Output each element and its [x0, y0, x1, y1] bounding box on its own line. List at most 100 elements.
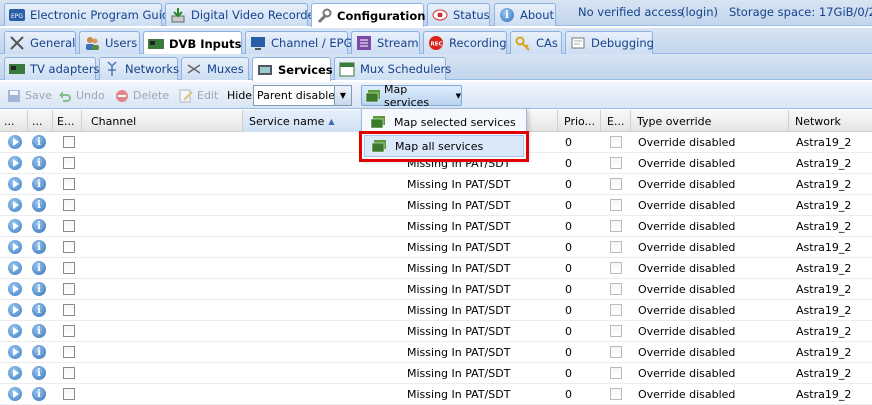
- column-header-info[interactable]: ...: [28, 110, 53, 132]
- tab-debugging[interactable]: Debugging: [565, 31, 654, 54]
- encrypted-checkbox[interactable]: [610, 279, 624, 299]
- column-header-play[interactable]: ...: [0, 110, 28, 132]
- table-row[interactable]: i Missing In PAT/SDT 0 Override disabled Ast…: [0, 174, 872, 195]
- encrypted-checkbox[interactable]: [610, 342, 624, 362]
- enabled-checkbox[interactable]: [63, 195, 77, 215]
- tab-epg[interactable]: EPG Electronic Program Guide: [4, 3, 176, 26]
- table-row[interactable]: i Missing In PAT/SDT 0 Override disabled Ast…: [0, 342, 872, 363]
- column-header-enabled[interactable]: E...: [53, 110, 82, 132]
- tab-configuration[interactable]: Configuration: [311, 3, 425, 27]
- table-row[interactable]: i Missing In PAT/SDT 0 Override disabled Ast…: [0, 384, 872, 405]
- info-icon[interactable]: i: [32, 132, 48, 152]
- menu-item-map-all[interactable]: Map all services: [364, 135, 524, 157]
- column-header-channel[interactable]: Channel: [82, 110, 243, 132]
- tab-status[interactable]: Status: [427, 3, 490, 26]
- column-header-encrypted[interactable]: E...: [601, 110, 631, 132]
- encrypted-checkbox[interactable]: [610, 258, 624, 278]
- tab-general[interactable]: General: [4, 31, 76, 54]
- enabled-checkbox[interactable]: [63, 258, 77, 278]
- column-header-priority[interactable]: Prio...: [558, 110, 601, 132]
- enabled-checkbox[interactable]: [63, 300, 77, 320]
- play-icon[interactable]: [8, 174, 24, 194]
- tab-recording[interactable]: REC Recording: [423, 31, 507, 54]
- info-icon[interactable]: i: [32, 195, 48, 215]
- enabled-checkbox[interactable]: [63, 153, 77, 173]
- info-icon[interactable]: i: [32, 384, 48, 404]
- table-row[interactable]: i Missing In PAT/SDT 0 Override disabled Ast…: [0, 237, 872, 258]
- info-icon[interactable]: i: [32, 321, 48, 341]
- table-row[interactable]: i Missing In PAT/SDT 0 Override disabled Ast…: [0, 258, 872, 279]
- tab-networks[interactable]: Networks: [99, 57, 179, 80]
- play-icon[interactable]: [8, 237, 24, 257]
- encrypted-checkbox[interactable]: [610, 300, 624, 320]
- tab-dvr[interactable]: Digital Video Recorder: [165, 3, 319, 26]
- column-header-network[interactable]: Network: [789, 110, 872, 132]
- table-row[interactable]: i Missing In PAT/SDT 0 Override disabled Ast…: [0, 321, 872, 342]
- info-icon[interactable]: i: [32, 300, 48, 320]
- encrypted-checkbox[interactable]: [610, 321, 624, 341]
- tab-users[interactable]: Users: [79, 31, 140, 54]
- enabled-checkbox[interactable]: [63, 279, 77, 299]
- enabled-checkbox[interactable]: [63, 342, 77, 362]
- save-button[interactable]: Save: [6, 86, 52, 105]
- play-icon[interactable]: [8, 342, 24, 362]
- play-icon[interactable]: [8, 279, 24, 299]
- enabled-checkbox[interactable]: [63, 363, 77, 383]
- info-icon[interactable]: i: [32, 216, 48, 236]
- table-row[interactable]: i Missing In PAT/SDT 0 Override disabled Ast…: [0, 195, 872, 216]
- menu-item-map-selected[interactable]: Map selected services: [364, 111, 524, 133]
- encrypted-checkbox[interactable]: [610, 195, 624, 215]
- play-icon[interactable]: [8, 195, 24, 215]
- info-icon[interactable]: i: [32, 363, 48, 383]
- map-services-button[interactable]: Map services ▼: [361, 83, 462, 109]
- tab-tv-adapters[interactable]: TV adapters: [4, 57, 100, 80]
- tab-about[interactable]: i About: [494, 3, 556, 26]
- play-icon[interactable]: [8, 300, 24, 320]
- undo-button[interactable]: Undo: [57, 86, 105, 105]
- play-icon[interactable]: [8, 153, 24, 173]
- login-link[interactable]: (login): [681, 5, 718, 19]
- play-icon[interactable]: [8, 216, 24, 236]
- play-icon[interactable]: [8, 321, 24, 341]
- play-icon[interactable]: [8, 363, 24, 383]
- encrypted-checkbox[interactable]: [610, 153, 624, 173]
- chevron-down-icon[interactable]: ▼: [334, 86, 351, 105]
- table-row[interactable]: i Missing In PAT/SDT 0 Override disabled Ast…: [0, 300, 872, 321]
- play-icon[interactable]: [8, 384, 24, 404]
- edit-button[interactable]: Edit: [178, 86, 218, 105]
- encrypted-checkbox[interactable]: [610, 132, 624, 152]
- tab-stream[interactable]: Stream: [351, 31, 420, 54]
- info-icon[interactable]: i: [32, 174, 48, 194]
- encrypted-checkbox[interactable]: [610, 174, 624, 194]
- enabled-checkbox[interactable]: [63, 384, 77, 404]
- encrypted-checkbox[interactable]: [610, 216, 624, 236]
- tab-cas[interactable]: CAs: [510, 31, 562, 54]
- tab-muxes[interactable]: Muxes: [181, 57, 249, 80]
- tab-channel-epg[interactable]: Channel / EPG: [245, 31, 353, 54]
- enabled-checkbox[interactable]: [63, 216, 77, 236]
- encrypted-checkbox[interactable]: [610, 237, 624, 257]
- play-icon[interactable]: [8, 132, 24, 152]
- delete-button[interactable]: Delete: [114, 86, 169, 105]
- enabled-checkbox[interactable]: [63, 237, 77, 257]
- enabled-checkbox[interactable]: [63, 132, 77, 152]
- tab-dvb-inputs[interactable]: DVB Inputs: [143, 31, 242, 55]
- info-icon[interactable]: i: [32, 258, 48, 278]
- encrypted-checkbox[interactable]: [610, 363, 624, 383]
- encrypted-checkbox[interactable]: [610, 384, 624, 404]
- enabled-checkbox[interactable]: [63, 174, 77, 194]
- hide-select[interactable]: Parent disabled ▼: [253, 85, 352, 106]
- info-icon[interactable]: i: [32, 153, 48, 173]
- table-row[interactable]: i Missing In PAT/SDT 0 Override disabled Ast…: [0, 279, 872, 300]
- tab-mux-schedulers[interactable]: Mux Schedulers: [334, 57, 451, 80]
- info-icon[interactable]: i: [32, 237, 48, 257]
- table-row[interactable]: i Missing In PAT/SDT 0 Override disabled Ast…: [0, 363, 872, 384]
- table-row[interactable]: i Missing In PAT/SDT 0 Override disabled Ast…: [0, 216, 872, 237]
- info-icon[interactable]: i: [32, 279, 48, 299]
- column-header-type-override[interactable]: Type override: [631, 110, 789, 132]
- tab-services[interactable]: Services: [252, 57, 333, 81]
- info-icon[interactable]: i: [32, 342, 48, 362]
- services-toolbar: Save Undo Delete Edit Hide: Parent disab…: [0, 82, 872, 109]
- enabled-checkbox[interactable]: [63, 321, 77, 341]
- play-icon[interactable]: [8, 258, 24, 278]
